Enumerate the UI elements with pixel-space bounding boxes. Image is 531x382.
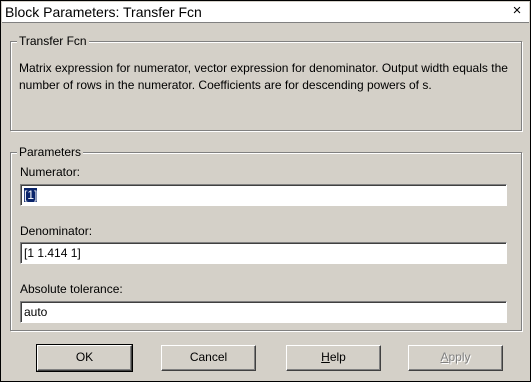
close-icon[interactable]: × [509, 3, 525, 19]
block-parameters-dialog: Block Parameters: Transfer Fcn × Transfe… [0, 0, 531, 382]
denominator-label: Denominator: [20, 224, 93, 238]
title-bar[interactable]: Block Parameters: Transfer Fcn × [2, 2, 529, 23]
cancel-button[interactable]: Cancel [161, 345, 256, 371]
denominator-value: [1 1.414 1] [24, 246, 81, 260]
numerator-input[interactable]: [1] [20, 184, 507, 206]
numerator-label: Numerator: [20, 165, 81, 179]
window-title: Block Parameters: Transfer Fcn [5, 4, 202, 20]
ok-button[interactable]: OK [36, 344, 133, 372]
transfer-fcn-legend: Transfer Fcn [17, 34, 89, 48]
cancel-button-label: Cancel [189, 350, 228, 364]
help-button[interactable]: Help [286, 345, 381, 371]
apply-button-label: pply [448, 350, 471, 364]
denominator-input[interactable]: [1 1.414 1] [20, 242, 507, 264]
transfer-fcn-group: Transfer Fcn Matrix expression for numer… [10, 34, 522, 131]
apply-mnemonic: A [440, 350, 449, 364]
ok-button-label: OK [75, 350, 94, 364]
apply-button[interactable]: Apply [408, 345, 503, 371]
absolute-tolerance-label: Absolute tolerance: [20, 282, 123, 296]
absolute-tolerance-value: auto [24, 305, 48, 319]
parameters-legend: Parameters [17, 145, 84, 159]
parameters-group: Parameters Numerator: [1] Denominator: [… [10, 145, 522, 331]
absolute-tolerance-input[interactable]: auto [20, 301, 507, 323]
help-button-label: elp [329, 350, 346, 364]
numerator-value: [1] [24, 188, 38, 202]
block-description: Matrix expression for numerator, vector … [19, 61, 508, 92]
help-mnemonic: H [321, 350, 330, 364]
